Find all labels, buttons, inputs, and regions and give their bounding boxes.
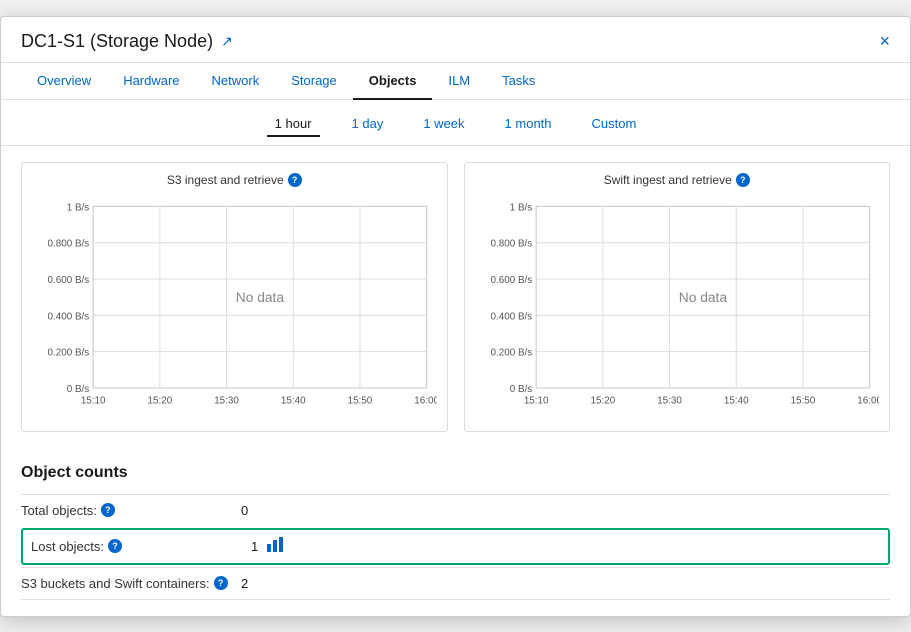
modal-container: DC1-S1 (Storage Node) ↗ × OverviewHardwa… (0, 16, 911, 617)
count-value-2: 2 (241, 576, 248, 591)
count-row-1: Lost objects:?1 (21, 528, 890, 565)
count-value-0: 0 (241, 503, 248, 518)
count-label-1: Lost objects:? (31, 539, 251, 554)
svg-text:15:30: 15:30 (657, 395, 682, 406)
tab-storage[interactable]: Storage (275, 63, 353, 100)
svg-text:15:10: 15:10 (523, 395, 548, 406)
svg-text:16:00: 16:00 (414, 395, 436, 406)
chart-title-1: Swift ingest and retrieve? (475, 173, 880, 187)
time-bar: 1 hour 1 day 1 week 1 month Custom (1, 100, 910, 146)
svg-text:0.200 B/s: 0.200 B/s (490, 347, 532, 358)
tab-bar: OverviewHardwareNetworkStorageObjectsILM… (1, 63, 910, 100)
svg-text:15:30: 15:30 (214, 395, 239, 406)
svg-text:0 B/s: 0 B/s (67, 383, 90, 394)
svg-text:0.800 B/s: 0.800 B/s (490, 238, 532, 249)
tab-ilm[interactable]: ILM (432, 63, 486, 100)
charts-area: S3 ingest and retrieve? 1 B/s 0.800 B/s 0.6… (1, 146, 910, 448)
svg-text:No data: No data (236, 289, 285, 305)
svg-text:0.400 B/s: 0.400 B/s (490, 311, 532, 322)
svg-text:16:00: 16:00 (857, 395, 879, 406)
svg-text:15:40: 15:40 (723, 395, 748, 406)
svg-text:15:10: 15:10 (81, 395, 106, 406)
chart-help-icon-0[interactable]: ? (288, 173, 302, 187)
svg-text:15:50: 15:50 (790, 395, 815, 406)
time-btn-1-week[interactable]: 1 week (415, 112, 472, 137)
count-row-0: Total objects:?0 (21, 494, 890, 526)
close-button[interactable]: × (879, 32, 890, 50)
tab-overview[interactable]: Overview (21, 63, 107, 100)
svg-text:15:40: 15:40 (281, 395, 306, 406)
external-link-icon[interactable]: ↗ (221, 33, 233, 50)
svg-text:15:20: 15:20 (590, 395, 615, 406)
svg-text:15:20: 15:20 (148, 395, 173, 406)
svg-text:1 B/s: 1 B/s (67, 202, 90, 213)
svg-text:0.600 B/s: 0.600 B/s (490, 274, 532, 285)
bar-chart-icon-1[interactable] (266, 536, 286, 557)
count-value-1: 1 (251, 539, 258, 554)
chart-svg-0: 1 B/s 0.800 B/s 0.600 B/s 0.400 B/s 0.200 B/… (32, 195, 437, 425)
chart-title-0: S3 ingest and retrieve? (32, 173, 437, 187)
svg-text:0.600 B/s: 0.600 B/s (48, 274, 90, 285)
tab-network[interactable]: Network (196, 63, 276, 100)
chart-svg-area-0: 1 B/s 0.800 B/s 0.600 B/s 0.400 B/s 0.200 B/… (32, 195, 437, 425)
chart-container-1: Swift ingest and retrieve? 1 B/s 0.800 B/s… (464, 162, 891, 432)
chart-svg-area-1: 1 B/s 0.800 B/s 0.600 B/s 0.400 B/s 0.200 B/… (475, 195, 880, 425)
chart-help-icon-1[interactable]: ? (736, 173, 750, 187)
count-row-2: S3 buckets and Swift containers:?2 (21, 567, 890, 600)
chart-svg-1: 1 B/s 0.800 B/s 0.600 B/s 0.400 B/s 0.200 B/… (475, 195, 880, 425)
tab-hardware[interactable]: Hardware (107, 63, 195, 100)
svg-text:No data: No data (678, 289, 727, 305)
svg-text:0.400 B/s: 0.400 B/s (48, 311, 90, 322)
time-btn-custom[interactable]: Custom (584, 112, 645, 137)
svg-text:0.200 B/s: 0.200 B/s (48, 347, 90, 358)
count-label-0: Total objects:? (21, 503, 241, 518)
tab-tasks[interactable]: Tasks (486, 63, 551, 100)
counts-list: Total objects:?0Lost objects:?1S3 bucket… (21, 494, 890, 600)
title-text: DC1-S1 (Storage Node) (21, 31, 213, 52)
count-help-icon-1[interactable]: ? (108, 539, 122, 553)
modal-title: DC1-S1 (Storage Node) ↗ (21, 31, 233, 52)
svg-text:0.800 B/s: 0.800 B/s (48, 238, 90, 249)
section-title: Object counts (21, 464, 890, 482)
tab-objects[interactable]: Objects (353, 63, 433, 100)
modal-header: DC1-S1 (Storage Node) ↗ × (1, 17, 910, 63)
count-help-icon-2[interactable]: ? (214, 576, 228, 590)
svg-text:1 B/s: 1 B/s (509, 202, 532, 213)
count-help-icon-0[interactable]: ? (101, 503, 115, 517)
chart-container-0: S3 ingest and retrieve? 1 B/s 0.800 B/s 0.6… (21, 162, 448, 432)
svg-text:0 B/s: 0 B/s (509, 383, 532, 394)
object-counts-section: Object counts Total objects:?0Lost objec… (1, 448, 910, 616)
svg-text:15:50: 15:50 (348, 395, 373, 406)
time-btn-1-day[interactable]: 1 day (344, 112, 392, 137)
count-label-2: S3 buckets and Swift containers:? (21, 576, 241, 591)
time-btn-1-month[interactable]: 1 month (497, 112, 560, 137)
time-btn-1-hour[interactable]: 1 hour (267, 112, 320, 137)
